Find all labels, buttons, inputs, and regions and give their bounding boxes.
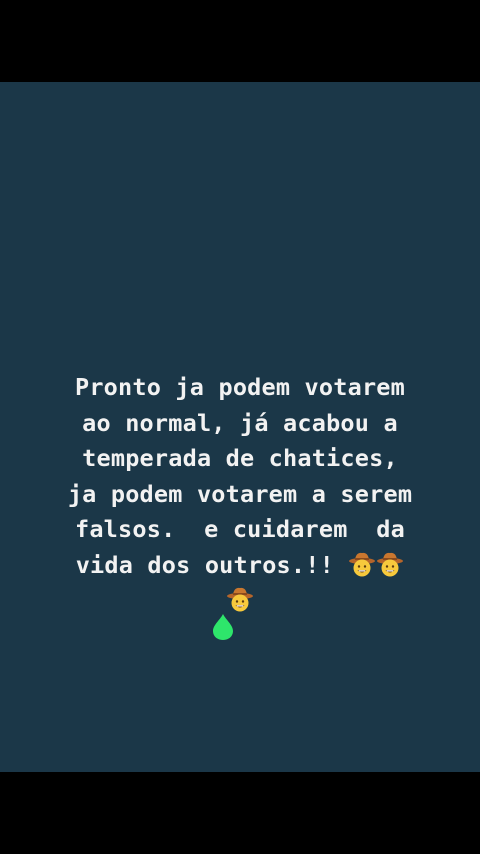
story-line-last: vida dos outros.!!: [20, 548, 460, 584]
story-line: Pronto ja podem votarem: [74, 373, 405, 401]
cowboy-emoji-icon: [348, 550, 376, 578]
cowboy-emoji-icon: [226, 585, 254, 613]
story-line-emoji: [20, 583, 460, 619]
story-line: ja podem votarem a serem: [67, 479, 413, 508]
story-line: ao normal, já acabou a: [82, 408, 398, 437]
green-drop-icon: [211, 613, 235, 641]
story-line: vida dos outros.!!: [75, 550, 349, 579]
story-text: Pronto ja podem votarem ao normal, já ac…: [20, 370, 460, 619]
story-line: falsos. e cuidarem da: [74, 515, 405, 543]
bottom-letterbox: [0, 772, 480, 854]
cowboy-emoji-icon: [376, 550, 404, 578]
top-letterbox: [0, 0, 480, 82]
story-line: temperada de chatices,: [82, 444, 398, 472]
